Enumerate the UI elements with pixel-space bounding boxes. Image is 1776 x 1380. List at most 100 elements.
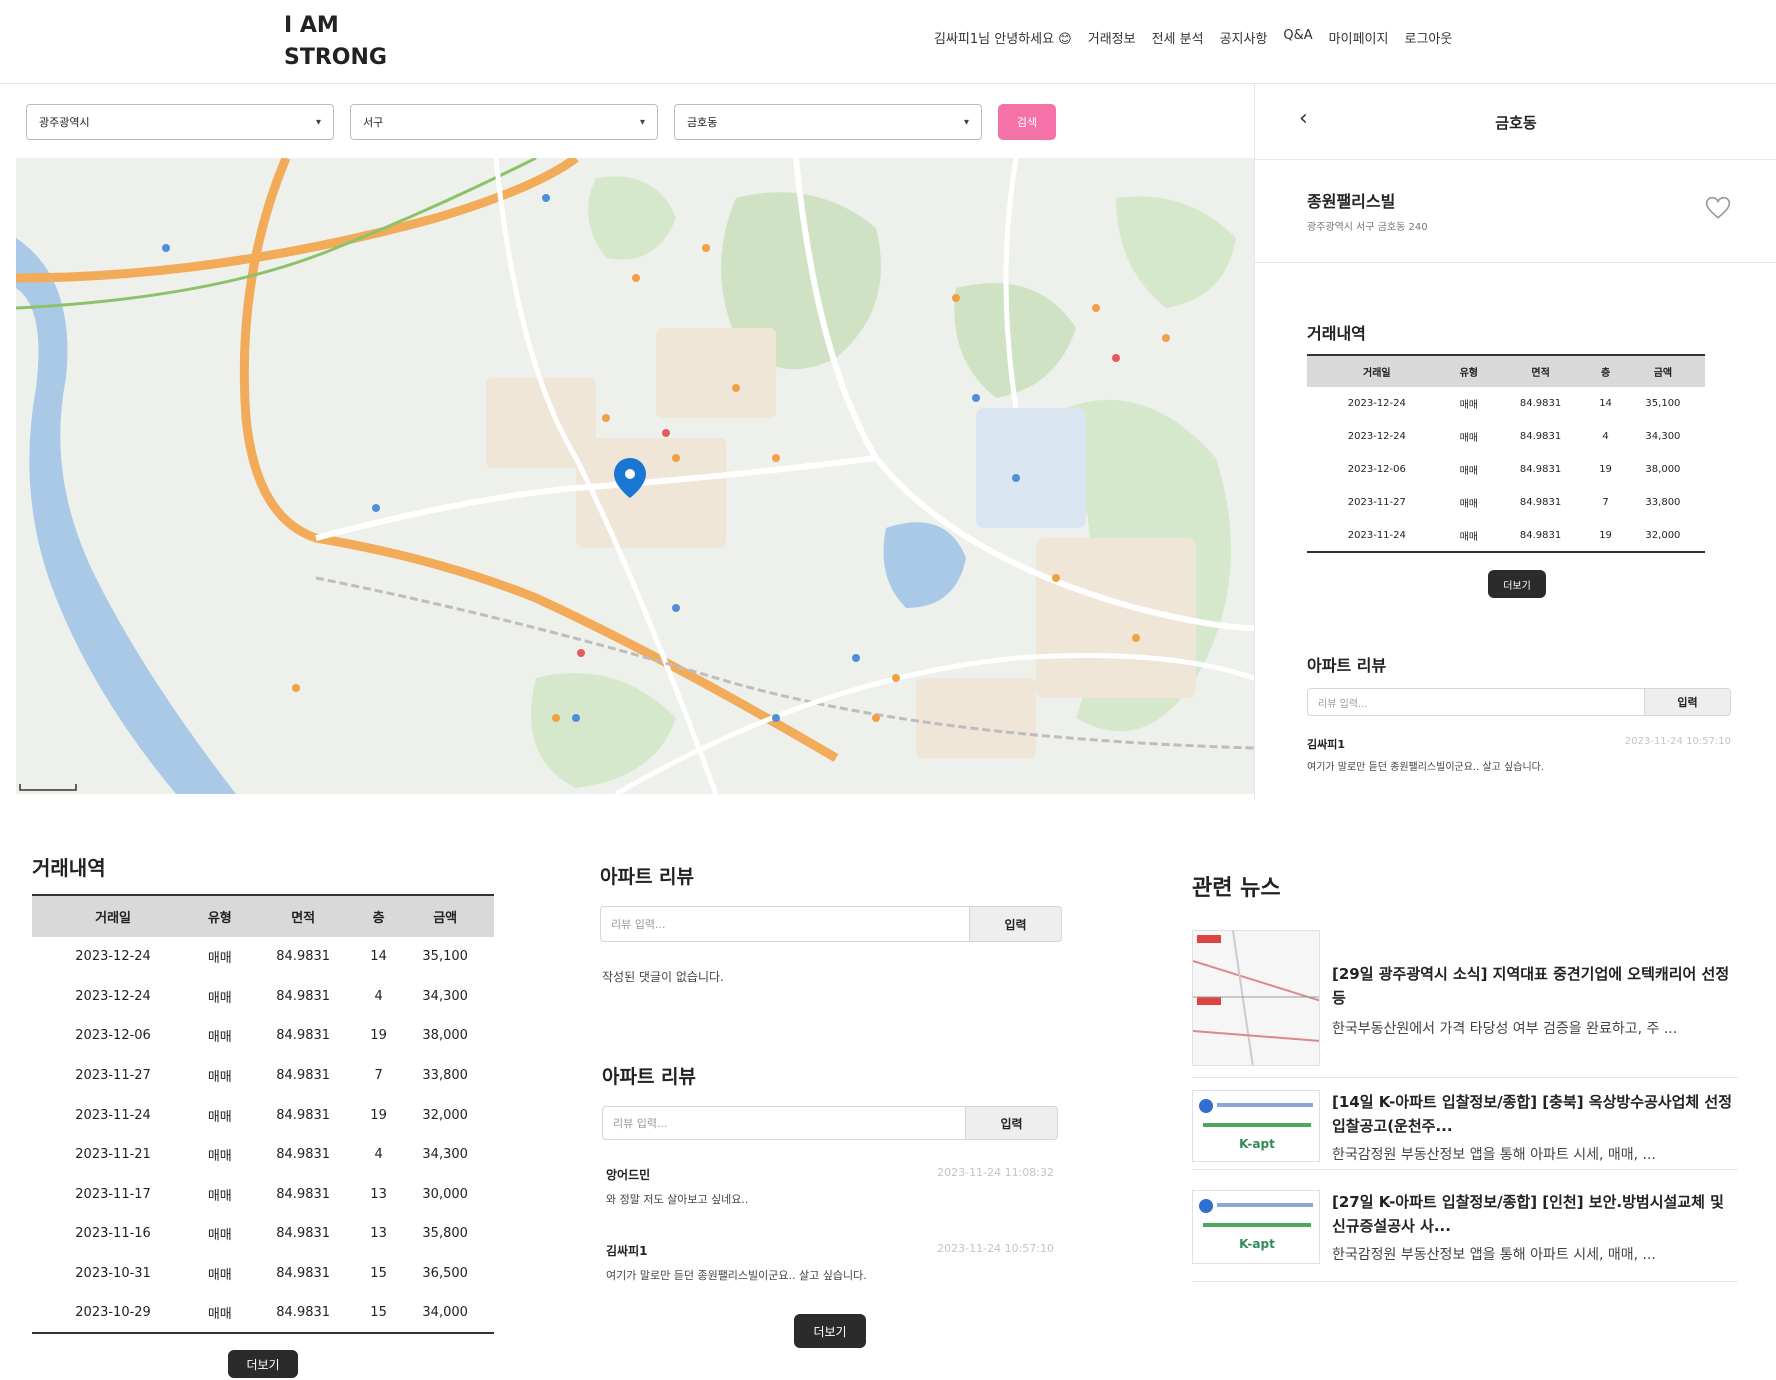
review-more-button[interactable]: 더보기 bbox=[794, 1314, 866, 1348]
cell-floor: 14 bbox=[1599, 398, 1612, 409]
logo-bar-icon bbox=[1217, 1203, 1313, 1207]
cell-floor: 19 bbox=[370, 1028, 387, 1044]
col-date: 거래일 bbox=[32, 894, 195, 937]
table-row: 2023-12-24 매매 84.9831 14 35,100 bbox=[1307, 387, 1705, 420]
no-comment-text: 작성된 댓글이 없습니다. bbox=[602, 970, 724, 984]
cell-date: 2023-12-24 bbox=[1347, 398, 1406, 409]
cell-type: 매매 bbox=[207, 1149, 232, 1165]
logo-bar-icon bbox=[1203, 1123, 1311, 1127]
table-row: 2023-11-24 매매 84.9831 19 32,000 bbox=[1307, 519, 1705, 553]
city-select-value: 광주광역시 bbox=[39, 116, 90, 129]
trade-history-table: 거래일 유형 면적 층 금액 2023-12-24 매매 84.9831 14 35,1… bbox=[32, 894, 494, 1334]
cell-price: 38,000 bbox=[422, 1028, 468, 1044]
chevron-down-icon: ▾ bbox=[639, 116, 645, 128]
cell-price: 35,100 bbox=[422, 949, 468, 965]
review-input-1[interactable]: 리뷰 입력... bbox=[600, 906, 970, 942]
logo-bar-icon bbox=[1203, 1223, 1311, 1227]
review-form-1: 리뷰 입력... 입력 bbox=[600, 906, 1062, 942]
cell-floor: 7 bbox=[374, 1068, 383, 1084]
divider bbox=[1255, 262, 1776, 263]
kapt-logo-text: K-apt bbox=[1239, 1237, 1275, 1251]
heart-icon[interactable] bbox=[1705, 196, 1731, 220]
nav-mypage[interactable]: 마이페이지 bbox=[1329, 28, 1389, 47]
cell-type: 매매 bbox=[1459, 466, 1478, 477]
cell-date: 2023-12-24 bbox=[75, 949, 151, 965]
nav-trade-info[interactable]: 거래정보 bbox=[1088, 28, 1136, 47]
nav-jeonse-analysis[interactable]: 전세 분석 bbox=[1152, 28, 1204, 47]
cell-area: 84.9831 bbox=[1490, 519, 1591, 553]
cell-type: 매매 bbox=[1459, 499, 1478, 510]
logo[interactable]: I AM STRONG bbox=[284, 10, 387, 74]
cell-area: 84.9831 bbox=[276, 1068, 331, 1084]
cell-type: 매매 bbox=[194, 1293, 246, 1334]
district-select[interactable]: 서구 ▾ bbox=[350, 104, 658, 140]
table-row: 2023-11-17 매매 84.9831 13 30,000 bbox=[32, 1175, 494, 1215]
cell-price: 38,000 bbox=[1645, 464, 1681, 475]
news-thumbnail: K-apt bbox=[1192, 1090, 1320, 1162]
review-submit-button-1[interactable]: 입력 bbox=[970, 906, 1062, 942]
trade-more-button[interactable]: 더보기 bbox=[228, 1350, 298, 1378]
news-item[interactable]: [29일 광주광역시 소식] 지역대표 중견기업에 오텍캐리어 선정 등 한국부… bbox=[1192, 930, 1738, 1078]
filter-bar: 광주광역시 ▾ 서구 ▾ 금호동 ▾ 검색 bbox=[26, 104, 1056, 140]
cell-type: 매매 bbox=[207, 990, 232, 1006]
col-floor: 층 bbox=[1590, 354, 1621, 387]
nav-qna[interactable]: Q&A bbox=[1283, 28, 1312, 47]
cell-area: 84.9831 bbox=[276, 1028, 331, 1044]
cell-price: 33,800 bbox=[1645, 497, 1681, 508]
nav-notice[interactable]: 공지사항 bbox=[1220, 28, 1268, 47]
chevron-down-icon: ▾ bbox=[315, 116, 321, 128]
col-type: 유형 bbox=[194, 894, 246, 937]
cell-type: 매매 bbox=[207, 1268, 232, 1284]
panel-header: ‹ 금호동 bbox=[1255, 84, 1776, 160]
review-form-2: 리뷰 입력... 입력 bbox=[602, 1106, 1058, 1140]
panel-trade-heading: 거래내역 bbox=[1307, 324, 1366, 343]
news-item[interactable]: K-apt [14일 K-아파트 입찰정보/종합] [충북] 옥상방수공사업체 … bbox=[1192, 1090, 1738, 1170]
map-canvas bbox=[16, 158, 1254, 794]
cell-floor: 4 bbox=[374, 988, 383, 1004]
cell-area: 84.9831 bbox=[276, 988, 331, 1004]
cell-date: 2023-11-16 bbox=[75, 1226, 151, 1242]
dong-select-value: 금호동 bbox=[687, 116, 718, 129]
cell-price: 34,000 bbox=[396, 1293, 494, 1334]
col-price: 금액 bbox=[396, 894, 494, 937]
cell-floor: 7 bbox=[1602, 497, 1609, 508]
panel-review-input[interactable]: 리뷰 입력... bbox=[1307, 688, 1645, 716]
review-submit-button-2[interactable]: 입력 bbox=[966, 1106, 1058, 1140]
district-select-value: 서구 bbox=[363, 116, 384, 129]
city-select[interactable]: 광주광역시 ▾ bbox=[26, 104, 334, 140]
dong-select[interactable]: 금호동 ▾ bbox=[674, 104, 982, 140]
cell-area: 84.9831 bbox=[276, 1107, 331, 1123]
table-row: 2023-10-29 매매 84.9831 15 34,000 bbox=[32, 1293, 494, 1334]
cell-floor: 19 bbox=[1599, 464, 1612, 475]
cell-price: 36,500 bbox=[422, 1266, 468, 1282]
list-item: 앙어드민 2023-11-24 11:08:32 와 정말 저도 살아보고 싶네… bbox=[606, 1166, 1054, 1207]
cell-date: 2023-11-24 bbox=[75, 1107, 151, 1123]
cell-price: 30,000 bbox=[422, 1186, 468, 1202]
map-view[interactable] bbox=[16, 158, 1254, 794]
chevron-down-icon: ▾ bbox=[963, 116, 969, 128]
search-button[interactable]: 검색 bbox=[998, 104, 1056, 140]
panel-review-submit-button[interactable]: 입력 bbox=[1645, 688, 1731, 716]
comment-text: 와 정말 저도 살아보고 싶네요.. bbox=[606, 1193, 749, 1206]
comment-text: 여기가 말로만 듣던 종원팰리스빌이군요.. 살고 싶습니다. bbox=[1307, 762, 1545, 773]
col-floor: 층 bbox=[360, 894, 397, 937]
table-header-row: 거래일 유형 면적 층 금액 bbox=[1307, 354, 1705, 387]
kapt-logo-text: K-apt bbox=[1239, 1137, 1275, 1151]
review-input-2[interactable]: 리뷰 입력... bbox=[602, 1106, 966, 1140]
cell-floor: 15 bbox=[370, 1266, 387, 1282]
apartment-detail-panel: ‹ 금호동 종원팰리스빌 광주광역시 서구 금호동 240 거래내역 거래일 유… bbox=[1254, 84, 1776, 800]
table-row: 2023-11-24 매매 84.9831 19 32,000 bbox=[32, 1095, 494, 1135]
list-item: 김싸피1 2023-11-24 10:57:10 여기가 말로만 듣던 종원팰리… bbox=[606, 1242, 1054, 1283]
nav-logout[interactable]: 로그아웃 bbox=[1404, 28, 1452, 47]
table-row: 2023-12-24 매매 84.9831 4 34,300 bbox=[32, 977, 494, 1017]
cell-price: 34,300 bbox=[422, 1147, 468, 1163]
col-area: 면적 bbox=[1490, 354, 1591, 387]
col-area: 면적 bbox=[245, 894, 361, 937]
panel-more-button[interactable]: 더보기 bbox=[1488, 570, 1546, 598]
comment-time: 2023-11-24 10:57:10 bbox=[1624, 736, 1731, 747]
cell-type: 매매 bbox=[207, 951, 232, 967]
cell-price: 35,100 bbox=[1645, 398, 1681, 409]
top-nav: 김싸피1님 안녕하세요 😊 거래정보 전세 분석 공지사항 Q&A 마이페이지 … bbox=[934, 28, 1452, 47]
cell-date: 2023-12-24 bbox=[1347, 431, 1406, 442]
news-item[interactable]: K-apt [27일 K-아파트 입찰정보/종합] [인천] 보안.방범시설교체… bbox=[1192, 1190, 1738, 1282]
